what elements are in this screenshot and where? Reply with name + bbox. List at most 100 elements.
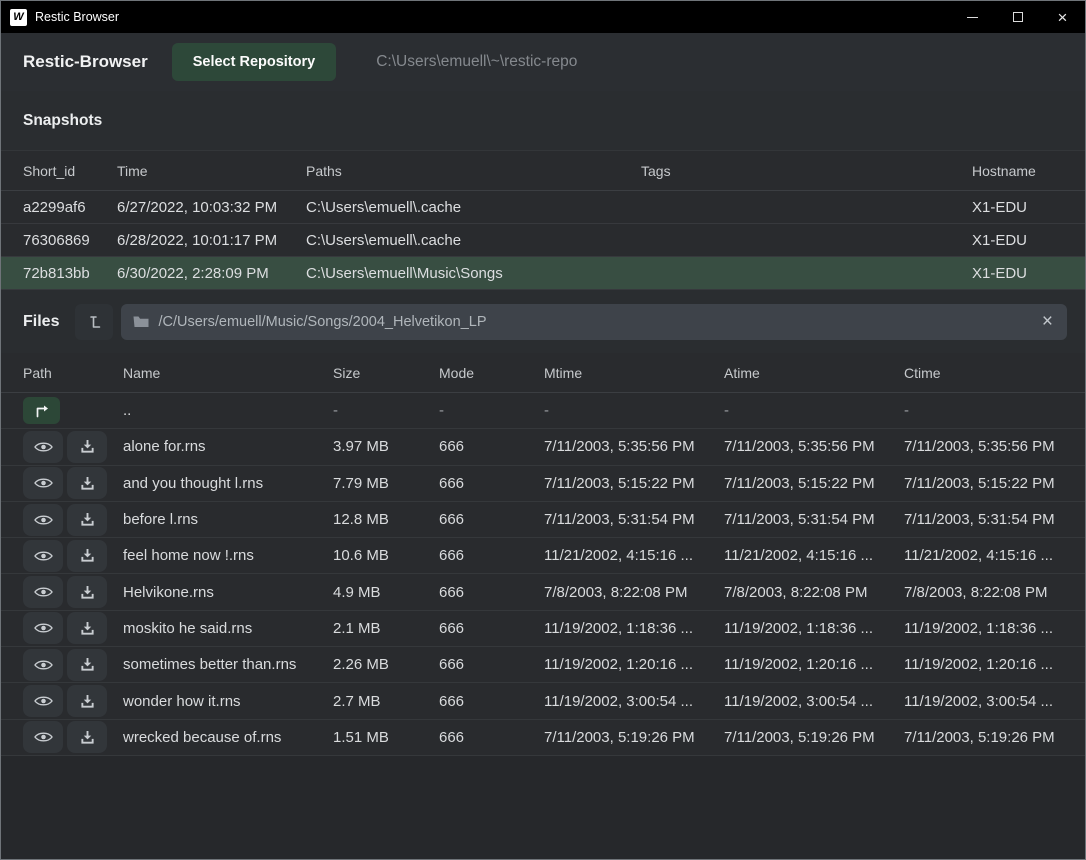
up-right-arrow-icon <box>33 403 51 418</box>
file-mode: 666 <box>439 511 544 528</box>
download-file-button[interactable] <box>67 685 107 717</box>
file-rows: alone for.rns 3.97 MB 666 7/11/2003, 5:3… <box>1 429 1085 756</box>
go-up-button[interactable] <box>23 397 60 424</box>
snapshot-paths: C:\Users\emuell\.cache <box>306 199 641 216</box>
eye-icon <box>34 694 53 708</box>
file-mtime: 7/11/2003, 5:35:56 PM <box>544 438 724 455</box>
file-atime: - <box>724 402 904 419</box>
snapshot-hostname: X1-EDU <box>972 232 1063 249</box>
file-atime: 7/11/2003, 5:31:54 PM <box>724 511 904 528</box>
snapshot-row[interactable]: a2299af6 6/27/2022, 10:03:32 PM C:\Users… <box>1 191 1085 224</box>
download-file-button[interactable] <box>67 467 107 499</box>
eye-icon <box>34 621 53 635</box>
file-path-input[interactable] <box>158 314 1039 330</box>
download-file-button[interactable] <box>67 649 107 681</box>
eye-icon <box>34 549 53 563</box>
minimize-button[interactable] <box>950 1 995 33</box>
preview-file-button[interactable] <box>23 540 63 572</box>
maximize-button[interactable] <box>995 1 1040 33</box>
titlebar-left: W Restic Browser <box>1 9 119 26</box>
preview-file-button[interactable] <box>23 649 63 681</box>
file-name: wrecked because of.rns <box>123 729 333 746</box>
file-mtime: 11/19/2002, 1:20:16 ... <box>544 656 724 673</box>
files-heading-label: Files <box>23 313 59 331</box>
download-file-button[interactable] <box>67 612 107 644</box>
snapshot-paths: C:\Users\emuell\.cache <box>306 232 641 249</box>
clear-path-button[interactable]: × <box>1040 312 1055 331</box>
download-file-button[interactable] <box>67 540 107 572</box>
file-mode: 666 <box>439 475 544 492</box>
download-file-button[interactable] <box>67 721 107 753</box>
file-mode: 666 <box>439 729 544 746</box>
preview-file-button[interactable] <box>23 612 63 644</box>
column-name: Name <box>123 365 333 381</box>
download-icon <box>80 548 95 563</box>
window-title: Restic Browser <box>35 10 119 24</box>
folder-icon <box>133 315 149 328</box>
close-button[interactable]: × <box>1040 1 1085 33</box>
tree-level-button[interactable] <box>75 304 113 340</box>
file-atime: 7/11/2003, 5:15:22 PM <box>724 475 904 492</box>
download-icon <box>80 621 95 636</box>
file-row: wrecked because of.rns 1.51 MB 666 7/11/… <box>1 720 1085 756</box>
preview-file-button[interactable] <box>23 721 63 753</box>
eye-icon <box>34 476 53 490</box>
download-file-button[interactable] <box>67 431 107 463</box>
preview-file-button[interactable] <box>23 431 63 463</box>
snapshot-row[interactable]: 76306869 6/28/2022, 10:01:17 PM C:\Users… <box>1 224 1085 257</box>
preview-file-button[interactable] <box>23 467 63 499</box>
download-icon <box>80 512 95 527</box>
eye-icon <box>34 440 53 454</box>
file-row: Helvikone.rns 4.9 MB 666 7/8/2003, 8:22:… <box>1 574 1085 610</box>
file-ctime: 7/11/2003, 5:15:22 PM <box>904 475 1063 492</box>
file-row: moskito he said.rns 2.1 MB 666 11/19/200… <box>1 611 1085 647</box>
select-repository-button[interactable]: Select Repository <box>172 43 337 81</box>
tree-level-icon <box>86 314 102 330</box>
file-atime: 7/11/2003, 5:19:26 PM <box>724 729 904 746</box>
snapshot-row-selected[interactable]: 72b813bb 6/30/2022, 2:28:09 PM C:\Users\… <box>1 257 1085 290</box>
file-size: 4.9 MB <box>333 584 439 601</box>
file-row: and you thought l.rns 7.79 MB 666 7/11/2… <box>1 466 1085 502</box>
snapshots-table-header: Short_id Time Paths Tags Hostname <box>1 151 1085 191</box>
download-file-button[interactable] <box>67 576 107 608</box>
file-mode: 666 <box>439 620 544 637</box>
snapshot-paths: C:\Users\emuell\Music\Songs <box>306 265 641 282</box>
file-name: and you thought l.rns <box>123 475 333 492</box>
preview-file-button[interactable] <box>23 576 63 608</box>
file-size: 7.79 MB <box>333 475 439 492</box>
file-mode: 666 <box>439 547 544 564</box>
file-mtime: 7/11/2003, 5:19:26 PM <box>544 729 724 746</box>
file-ctime: 11/21/2002, 4:15:16 ... <box>904 547 1063 564</box>
file-ctime: - <box>904 402 1063 419</box>
app-window: W Restic Browser × Restic-Browser Select… <box>0 0 1086 860</box>
snapshot-short-id: 72b813bb <box>23 265 117 282</box>
snapshots-heading-label: Snapshots <box>23 112 102 130</box>
snapshots-section-heading: Snapshots <box>1 91 1085 151</box>
file-atime: 7/8/2003, 8:22:08 PM <box>724 584 904 601</box>
file-atime: 7/11/2003, 5:35:56 PM <box>724 438 904 455</box>
file-name: sometimes better than.rns <box>123 656 333 673</box>
clear-icon: × <box>1042 311 1053 332</box>
file-atime: 11/19/2002, 1:20:16 ... <box>724 656 904 673</box>
file-atime: 11/19/2002, 1:18:36 ... <box>724 620 904 637</box>
repository-path: C:\Users\emuell\~\restic-repo <box>376 53 577 71</box>
file-mtime: 11/21/2002, 4:15:16 ... <box>544 547 724 564</box>
column-hostname: Hostname <box>972 163 1063 179</box>
preview-file-button[interactable] <box>23 504 63 536</box>
parent-directory-row: .. - - - - - <box>1 393 1085 429</box>
download-icon <box>80 730 95 745</box>
file-name: moskito he said.rns <box>123 620 333 637</box>
download-file-button[interactable] <box>67 504 107 536</box>
preview-file-button[interactable] <box>23 685 63 717</box>
titlebar: W Restic Browser × <box>1 1 1085 33</box>
file-mtime: - <box>544 402 724 419</box>
file-mtime: 7/11/2003, 5:31:54 PM <box>544 511 724 528</box>
file-name: .. <box>123 402 333 419</box>
file-size: 1.51 MB <box>333 729 439 746</box>
snapshot-time: 6/27/2022, 10:03:32 PM <box>117 199 306 216</box>
file-name: Helvikone.rns <box>123 584 333 601</box>
file-row: feel home now !.rns 10.6 MB 666 11/21/20… <box>1 538 1085 574</box>
download-icon <box>80 585 95 600</box>
file-size: 3.97 MB <box>333 438 439 455</box>
file-atime: 11/21/2002, 4:15:16 ... <box>724 547 904 564</box>
